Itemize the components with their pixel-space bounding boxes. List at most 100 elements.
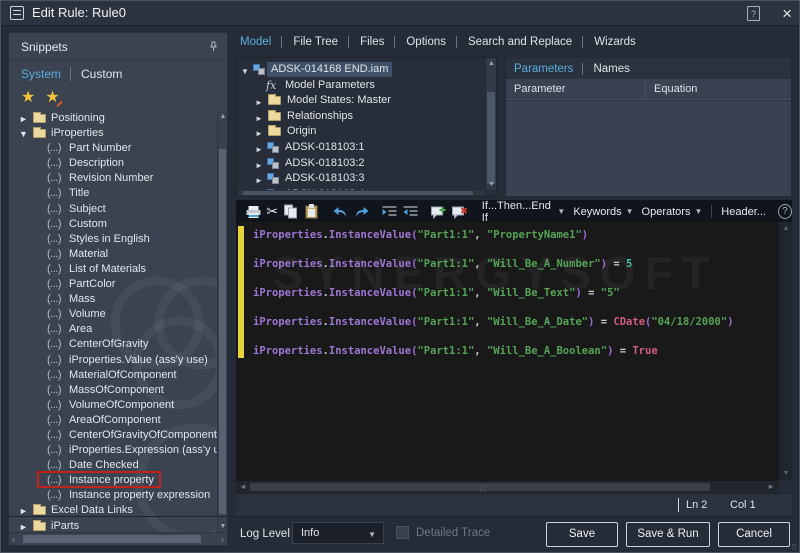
tree-item[interactable]: ►ADSK-018103:2 — [237, 156, 485, 172]
if-then-menu[interactable]: If...Then...End If▼ — [482, 200, 566, 224]
keywords-menu[interactable]: Keywords▼ — [573, 206, 633, 218]
snippet-item[interactable]: (...)Revision Number — [9, 171, 217, 186]
code-line[interactable] — [253, 243, 734, 258]
scrollbar-thumb[interactable] — [243, 191, 473, 195]
snippet-item[interactable]: (...)VolumeOfComponent — [9, 398, 217, 413]
save-and-run-button[interactable]: Save & Run — [626, 522, 710, 547]
resize-grip[interactable]: ⠿ — [791, 543, 798, 552]
scrollbar-thumb[interactable] — [487, 92, 495, 184]
editor-vertical-scrollbar[interactable]: ▲ ▼ — [778, 222, 792, 480]
paste-icon[interactable] — [303, 202, 320, 221]
snippet-item[interactable]: (...)List of Materials — [9, 262, 217, 277]
edit-star-icon[interactable]: ★ — [45, 90, 59, 106]
tab-custom[interactable]: Custom — [70, 67, 122, 81]
toolbar-help-icon[interactable]: ? — [778, 204, 792, 219]
tab-search-and-replace[interactable]: Search and Replace — [456, 36, 572, 48]
tree-item[interactable]: ►Model States: Master — [237, 93, 485, 109]
help-icon[interactable]: ? — [747, 6, 760, 21]
snippet-folder[interactable]: ▼iProperties — [9, 126, 217, 141]
code-line[interactable]: iProperties.InstanceValue("Part1:1", "Wi… — [253, 286, 734, 301]
code-line[interactable]: iProperties.InstanceValue("Part1:1", "Wi… — [253, 257, 734, 272]
code-editor[interactable]: SYNERGYSOFT iProperties.InstanceValue("P… — [236, 222, 778, 480]
snippet-item[interactable]: (...)Subject — [9, 202, 217, 217]
snippet-item[interactable]: (...)Part Number — [9, 141, 217, 156]
tree-item[interactable]: fxModel Parameters — [237, 78, 485, 94]
tree-item[interactable]: ►Relationships — [237, 109, 485, 125]
scroll-up-icon[interactable]: ▲ — [486, 60, 497, 67]
tab-names[interactable]: Names — [582, 63, 629, 75]
snippet-item[interactable]: (...)Instance property expression — [9, 488, 217, 503]
snippet-item[interactable]: (...)CenterOfGravityOfComponent — [9, 428, 217, 443]
scroll-up-icon[interactable]: ▲ — [779, 225, 793, 232]
tab-wizards[interactable]: Wizards — [582, 36, 636, 48]
outdent-icon[interactable] — [402, 202, 419, 221]
detailed-trace-checkbox[interactable] — [396, 526, 409, 539]
snippet-item[interactable]: (...)Area — [9, 322, 217, 337]
add-comment-icon[interactable] — [430, 202, 447, 221]
scroll-up-icon[interactable]: ▲ — [218, 113, 228, 120]
scroll-left-icon[interactable]: ◄ — [239, 482, 247, 491]
tree-horizontal-scrollbar[interactable] — [237, 190, 485, 196]
tree-vertical-scrollbar[interactable]: ▲ ▼ — [485, 58, 496, 190]
editor-horizontal-scrollbar[interactable]: ◄ ⁞⁞ ► — [236, 480, 778, 493]
tab-model[interactable]: Model — [240, 36, 271, 48]
snippets-vertical-scrollbar[interactable]: ▲ ▼ — [217, 111, 227, 532]
snippet-item[interactable]: (...)Volume — [9, 307, 217, 322]
code-line[interactable] — [253, 301, 734, 316]
scroll-left-icon[interactable]: ‹ — [12, 534, 15, 544]
scrollbar-thumb[interactable] — [23, 535, 201, 543]
code-line[interactable]: iProperties.InstanceValue("Part1:1", "Wi… — [253, 344, 734, 359]
snippet-item[interactable]: (...)CenterOfGravity — [9, 337, 217, 352]
log-level-select[interactable]: Info ▼ — [292, 522, 384, 544]
snippet-item[interactable]: (...)Styles in English — [9, 232, 217, 247]
favorites-star-icon[interactable]: ★ — [21, 90, 35, 106]
chevron-down-icon[interactable]: ▼ — [19, 127, 28, 142]
snippet-item[interactable]: (...)Mass — [9, 292, 217, 307]
chevron-right-icon[interactable]: ► — [19, 504, 28, 519]
column-header-equation[interactable]: Equation — [646, 80, 697, 99]
snippet-item[interactable]: (...)Material — [9, 247, 217, 262]
snippet-item[interactable]: (...)Description — [9, 156, 217, 171]
code-line[interactable]: iProperties.InstanceValue("Part1:1", "Wi… — [253, 315, 734, 330]
tab-system[interactable]: System — [21, 67, 61, 81]
tab-options[interactable]: Options — [394, 36, 446, 48]
tree-item[interactable]: ►ADSK-018103:1 — [237, 140, 485, 156]
indent-icon[interactable] — [381, 202, 398, 221]
scroll-down-icon[interactable]: ▼ — [218, 523, 228, 530]
code-line[interactable] — [253, 330, 734, 345]
snippet-item[interactable]: (...)Custom — [9, 217, 217, 232]
snippet-item[interactable]: (...)iProperties.Expression (ass'y use) — [9, 443, 217, 458]
code-line[interactable] — [253, 272, 734, 287]
snippet-item[interactable]: (...)iProperties.Value (ass'y use) — [9, 353, 217, 368]
snippet-item[interactable]: (...)PartColor — [9, 277, 217, 292]
snippets-horizontal-scrollbar[interactable]: ‹ › — [9, 532, 227, 545]
code-text[interactable]: iProperties.InstanceValue("Part1:1", "Pr… — [253, 228, 734, 359]
tab-file-tree[interactable]: File Tree — [281, 36, 338, 48]
remove-comment-icon[interactable] — [451, 202, 468, 221]
cancel-button[interactable]: Cancel — [718, 522, 790, 547]
scroll-right-icon[interactable]: ► — [767, 482, 775, 491]
pin-icon[interactable] — [208, 41, 219, 52]
snippet-item[interactable]: (...)Title — [9, 186, 217, 201]
header-button[interactable]: Header... — [721, 206, 766, 218]
scrollbar-thumb[interactable] — [219, 149, 226, 514]
tab-parameters[interactable]: Parameters — [514, 63, 573, 75]
scrollbar-thumb[interactable]: ⁞⁞ — [250, 483, 710, 491]
copy-icon[interactable] — [282, 202, 299, 221]
scroll-right-icon[interactable]: › — [221, 534, 224, 544]
snippet-folder[interactable]: ►iParts — [9, 519, 217, 532]
tree-item[interactable]: ►Origin — [237, 124, 485, 140]
tree-item[interactable]: ▼ADSK-014168 END.iam — [237, 62, 485, 78]
chevron-right-icon[interactable]: ► — [19, 520, 28, 532]
snippet-item[interactable]: (...)AreaOfComponent — [9, 413, 217, 428]
code-line[interactable]: iProperties.InstanceValue("Part1:1", "Pr… — [253, 228, 734, 243]
snippet-item[interactable]: (...)MassOfComponent — [9, 383, 217, 398]
cut-icon[interactable]: ✂ — [266, 202, 278, 221]
save-button[interactable]: Save — [546, 522, 618, 547]
close-icon[interactable]: × — [782, 5, 792, 22]
tree-item[interactable]: ►ADSK-018103:3 — [237, 171, 485, 187]
scroll-down-icon[interactable]: ▼ — [486, 181, 497, 188]
snippet-item[interactable]: (...)MaterialOfComponent — [9, 368, 217, 383]
redo-icon[interactable] — [353, 202, 370, 221]
scroll-down-icon[interactable]: ▼ — [779, 470, 793, 477]
